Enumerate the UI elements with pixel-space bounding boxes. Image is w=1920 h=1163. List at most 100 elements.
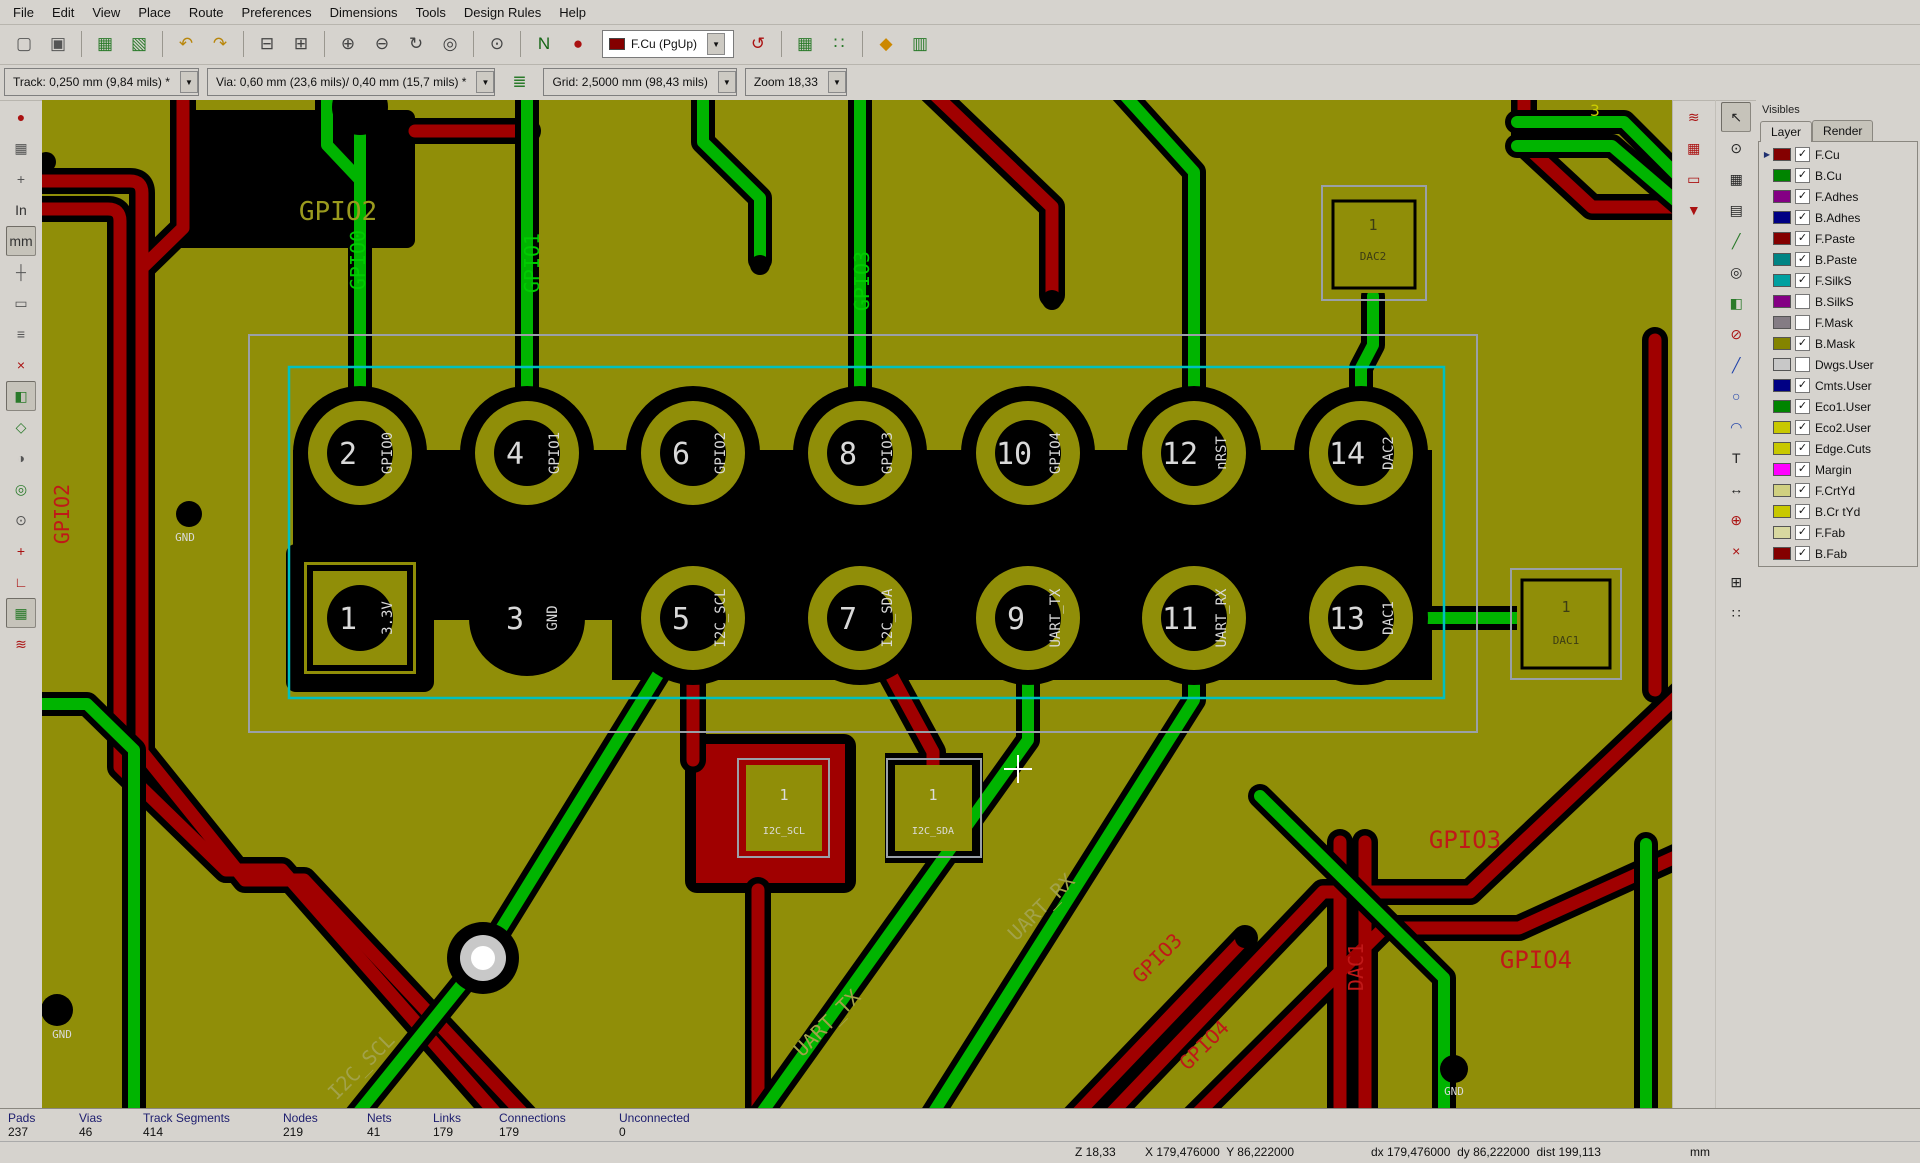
- zoom-out-button[interactable]: ⊖: [366, 28, 398, 60]
- layer-visibility-checkbox[interactable]: [1795, 294, 1810, 309]
- layer-row-f-paste[interactable]: ✓F.Paste: [1759, 228, 1917, 249]
- layer-row-edge-cuts[interactable]: ✓Edge.Cuts: [1759, 438, 1917, 459]
- smd-pad-dac2[interactable]: 1 DAC2: [1328, 196, 1420, 293]
- layer-row-b-silks[interactable]: B.SilkS: [1759, 291, 1917, 312]
- ratsnest-visibility-toggle[interactable]: ▭: [6, 288, 36, 318]
- layer-color-swatch[interactable]: [1773, 232, 1791, 245]
- layer-color-swatch[interactable]: [1773, 421, 1791, 434]
- layer-visibility-checkbox[interactable]: ✓: [1795, 462, 1810, 477]
- layer-color-swatch[interactable]: [1773, 274, 1791, 287]
- tht-pad-7[interactable]: 7I2C_SDA: [793, 551, 927, 685]
- layer-visibility-checkbox[interactable]: ✓: [1795, 189, 1810, 204]
- layer-row-margin[interactable]: ✓Margin: [1759, 459, 1917, 480]
- tht-pad-11[interactable]: 11UART_RX: [1127, 551, 1261, 685]
- footprint-editor-button[interactable]: ▦: [89, 28, 121, 60]
- menu-preferences[interactable]: Preferences: [233, 2, 321, 23]
- grid-select[interactable]: Grid: 2,5000 mm (98,43 mils) ▼: [543, 68, 736, 96]
- grid-dots-button[interactable]: ∷: [823, 28, 855, 60]
- smd-pad-dac1[interactable]: 1 DAC1: [1517, 575, 1615, 673]
- layer-visibility-checkbox[interactable]: [1795, 357, 1810, 372]
- track-width-select[interactable]: Track: 0,250 mm (9,84 mils) * ▼: [4, 68, 199, 96]
- zoom-select[interactable]: Zoom 18,33 ▼: [745, 68, 847, 96]
- layer-visibility-checkbox[interactable]: ✓: [1795, 378, 1810, 393]
- menu-route[interactable]: Route: [180, 2, 233, 23]
- chevron-down-icon[interactable]: ▼: [718, 71, 736, 93]
- menu-tools[interactable]: Tools: [407, 2, 455, 23]
- high-contrast-toggle[interactable]: ◑: [6, 443, 36, 473]
- scripting-console-button[interactable]: ▥: [904, 28, 936, 60]
- tht-pad-6[interactable]: 6GPIO2: [626, 386, 760, 520]
- freeroute-button[interactable]: ◆: [870, 28, 902, 60]
- via-size-select[interactable]: Via: 0,60 mm (23,6 mils)/ 0,40 mm (15,7 …: [207, 68, 496, 96]
- layer-color-swatch[interactable]: [1773, 463, 1791, 476]
- add-zone-tool[interactable]: ◧: [1721, 288, 1751, 318]
- angle-mode-toggle[interactable]: ∟: [6, 567, 36, 597]
- tab-layer[interactable]: Layer: [1760, 121, 1812, 142]
- tht-pad-1[interactable]: 1 3.3V: [286, 544, 434, 692]
- menu-edit[interactable]: Edit: [43, 2, 83, 23]
- layer-row-eco1-user[interactable]: ✓Eco1.User: [1759, 396, 1917, 417]
- delete-tool[interactable]: ×: [1721, 536, 1751, 566]
- pcb-canvas[interactable]: 2GPIO0 4GPIO1 6GPIO2 8GPIO3 10GPIO4 12nR…: [42, 100, 1672, 1108]
- drill-origin-tool[interactable]: ⊞: [1721, 567, 1751, 597]
- layer-visibility-checkbox[interactable]: ✓: [1795, 420, 1810, 435]
- units-mm-toggle[interactable]: mm: [6, 226, 36, 256]
- zones-show-toggle[interactable]: ◧: [6, 381, 36, 411]
- layer-row-f-adhes[interactable]: ✓F.Adhes: [1759, 186, 1917, 207]
- layer-row-f-mask[interactable]: F.Mask: [1759, 312, 1917, 333]
- plot-button[interactable]: ⊞: [285, 28, 317, 60]
- layer-visibility-checkbox[interactable]: ✓: [1795, 168, 1810, 183]
- grid-hidden-toggle[interactable]: ▦: [6, 133, 36, 163]
- add-circle-tool[interactable]: ○: [1721, 381, 1751, 411]
- menu-design-rules[interactable]: Design Rules: [455, 2, 550, 23]
- aux-axis-toggle[interactable]: +: [6, 536, 36, 566]
- smd-pad-i2c-sda[interactable]: 1 I2C_SDA: [895, 765, 972, 851]
- open-board-button[interactable]: ▣: [42, 28, 74, 60]
- layer-visibility-checkbox[interactable]: ✓: [1795, 504, 1810, 519]
- layer-color-swatch[interactable]: [1773, 148, 1791, 161]
- net-filter-toggle[interactable]: ▼: [1679, 195, 1709, 225]
- chevron-down-icon[interactable]: ▼: [180, 71, 198, 93]
- layer-visibility-checkbox[interactable]: ✓: [1795, 399, 1810, 414]
- print-button[interactable]: ⊟: [251, 28, 283, 60]
- layer-row-f-fab[interactable]: ✓F.Fab: [1759, 522, 1917, 543]
- add-line-tool[interactable]: ╱: [1721, 350, 1751, 380]
- tht-pad-14[interactable]: 14DAC2: [1294, 386, 1428, 520]
- layer-row-b-fab[interactable]: ✓B.Fab: [1759, 543, 1917, 564]
- undo-button[interactable]: ↶: [170, 28, 202, 60]
- layer-color-swatch[interactable]: [1773, 211, 1791, 224]
- layer-color-swatch[interactable]: [1773, 442, 1791, 455]
- add-text-tool[interactable]: T: [1721, 443, 1751, 473]
- hide-tracks-toggle[interactable]: ▭: [1679, 164, 1709, 194]
- footprint-browser-button[interactable]: ▧: [123, 28, 155, 60]
- add-keepout-tool[interactable]: ⊘: [1721, 319, 1751, 349]
- tht-pad-4[interactable]: 4GPIO1: [460, 386, 594, 520]
- add-footprint-tool[interactable]: ▤: [1721, 195, 1751, 225]
- layer-row-eco2-user[interactable]: ✓Eco2.User: [1759, 417, 1917, 438]
- drc-off-toggle[interactable]: ●: [6, 102, 36, 132]
- layer-row-dwgs-user[interactable]: Dwgs.User: [1759, 354, 1917, 375]
- update-display-button[interactable]: ↺: [742, 28, 774, 60]
- tht-pad-9[interactable]: 9UART_TX: [961, 551, 1095, 685]
- tht-pad-8[interactable]: 8GPIO3: [793, 386, 927, 520]
- layer-row-b-adhes[interactable]: ✓B.Adhes: [1759, 207, 1917, 228]
- layer-visibility-checkbox[interactable]: ✓: [1795, 336, 1810, 351]
- layer-color-swatch[interactable]: [1773, 295, 1791, 308]
- local-ratsnest-tool[interactable]: ▦: [1721, 164, 1751, 194]
- tht-pad-5[interactable]: 5I2C_SCL: [626, 551, 760, 685]
- grid-settings-icon[interactable]: ≣: [503, 66, 535, 98]
- tht-pad-3[interactable]: 3GND: [469, 560, 585, 676]
- menu-dimensions[interactable]: Dimensions: [321, 2, 407, 23]
- netlist-button[interactable]: N: [528, 28, 560, 60]
- grid-toggle-button[interactable]: ▦: [789, 28, 821, 60]
- layer-row-b-cu[interactable]: ✓B.Cu: [1759, 165, 1917, 186]
- hide-ratsnest-toggle[interactable]: ≋: [1679, 102, 1709, 132]
- layer-row-cmts-user[interactable]: ✓Cmts.User: [1759, 375, 1917, 396]
- module-ratsnest-toggle[interactable]: ≡: [6, 319, 36, 349]
- add-dimension-tool[interactable]: ↔: [1721, 474, 1751, 504]
- chevron-down-icon[interactable]: ▼: [828, 71, 846, 93]
- layer-visibility-checkbox[interactable]: ✓: [1795, 252, 1810, 267]
- layer-color-swatch[interactable]: [1773, 190, 1791, 203]
- highlight-net-tool[interactable]: ⊙: [1721, 133, 1751, 163]
- layer-color-swatch[interactable]: [1773, 547, 1791, 560]
